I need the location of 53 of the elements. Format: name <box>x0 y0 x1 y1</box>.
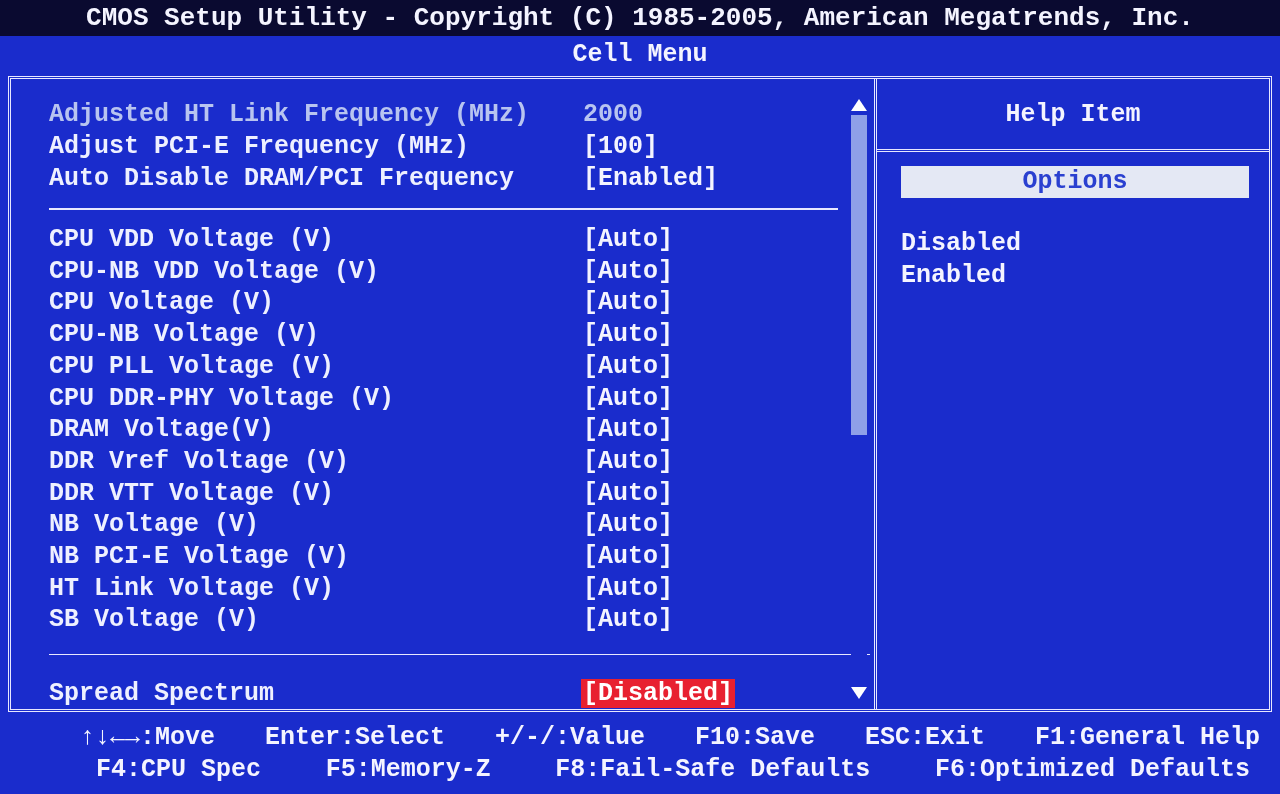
scroll-down-icon[interactable] <box>851 687 867 699</box>
setting-value: 2000 <box>582 100 644 130</box>
setting-label: CPU-NB Voltage (V) <box>49 320 321 350</box>
key-hint: F6:Optimized Defaults <box>934 754 1250 784</box>
setting-label: SB Voltage (V) <box>49 605 261 635</box>
key-hint: Enter:Select <box>265 722 445 752</box>
scrollbar-thumb[interactable] <box>851 115 867 435</box>
key-hint: +/-/:Value <box>494 722 645 752</box>
setting-label: CPU PLL Voltage (V) <box>49 351 336 381</box>
setting-label: Adjusted HT Link Frequency (MHz) <box>49 100 531 130</box>
key-hint: ESC:Exit <box>864 722 985 752</box>
setting-label: DDR VTT Voltage (V) <box>49 478 336 508</box>
setting-option[interactable]: [Auto] <box>581 478 675 508</box>
setting-label: DDR Vref Voltage (V) <box>49 446 351 476</box>
setting-option[interactable]: [Auto] <box>581 605 675 635</box>
key-hint: F8:Fail-Safe Defaults <box>555 754 871 784</box>
key-hint: F4:CPU Spec <box>96 754 262 784</box>
key-hint: ↑↓←→:Move <box>80 722 216 752</box>
setting-option[interactable]: [Auto] <box>581 351 675 381</box>
setting-option[interactable]: [Auto] <box>581 541 675 571</box>
setting-option[interactable]: [Auto] <box>581 415 675 445</box>
setting-label: HT Link Voltage (V) <box>49 573 336 603</box>
setting-option[interactable]: [Auto] <box>581 288 675 318</box>
setting-option[interactable]: [Disabled] <box>581 678 736 708</box>
setting-label: CPU Voltage (V) <box>49 288 276 318</box>
key-hint: F5:Memory-Z <box>325 754 491 784</box>
key-hint: F1:General Help <box>1034 722 1260 752</box>
option-text: Disabled <box>901 228 1023 260</box>
help-title: Help Item <box>1005 99 1141 129</box>
setting-label: NB Voltage (V) <box>49 510 261 540</box>
setting-label: CPU-NB VDD Voltage (V) <box>49 256 381 286</box>
setting-option[interactable]: [Auto] <box>581 383 675 413</box>
setting-option[interactable]: [100] <box>581 132 660 162</box>
setting-option[interactable]: [Auto] <box>581 320 675 350</box>
setting-label: Auto Disable DRAM/PCI Frequency <box>49 163 516 193</box>
setting-label: CPU VDD Voltage (V) <box>49 225 336 255</box>
option-text: Enabled <box>901 259 1008 292</box>
options-heading: Options <box>901 166 1249 198</box>
setting-option[interactable]: [Auto] <box>581 573 675 603</box>
setting-label: CPU DDR-PHY Voltage (V) <box>49 383 396 413</box>
setting-label: Spread Spectrum <box>49 678 276 708</box>
setting-option[interactable]: [Auto] <box>581 510 675 540</box>
setting-label: DRAM Voltage(V) <box>49 415 276 445</box>
menu-title: Cell Menu <box>572 39 708 69</box>
key-hint: F10:Save <box>694 722 815 752</box>
window-title: CMOS Setup Utility - Copyright (C) 1985-2005, American Megatrends, Inc. <box>86 3 1194 33</box>
scroll-up-icon[interactable] <box>851 99 867 111</box>
setting-option[interactable]: [Auto] <box>581 446 675 476</box>
setting-option[interactable]: [Auto] <box>581 256 675 286</box>
setting-option[interactable]: [Enabled] <box>581 163 721 193</box>
setting-label: NB PCI-E Voltage (V) <box>49 541 351 571</box>
setting-label: Adjust PCI-E Frequency (MHz) <box>49 132 471 162</box>
setting-option[interactable]: [Auto] <box>581 225 675 255</box>
